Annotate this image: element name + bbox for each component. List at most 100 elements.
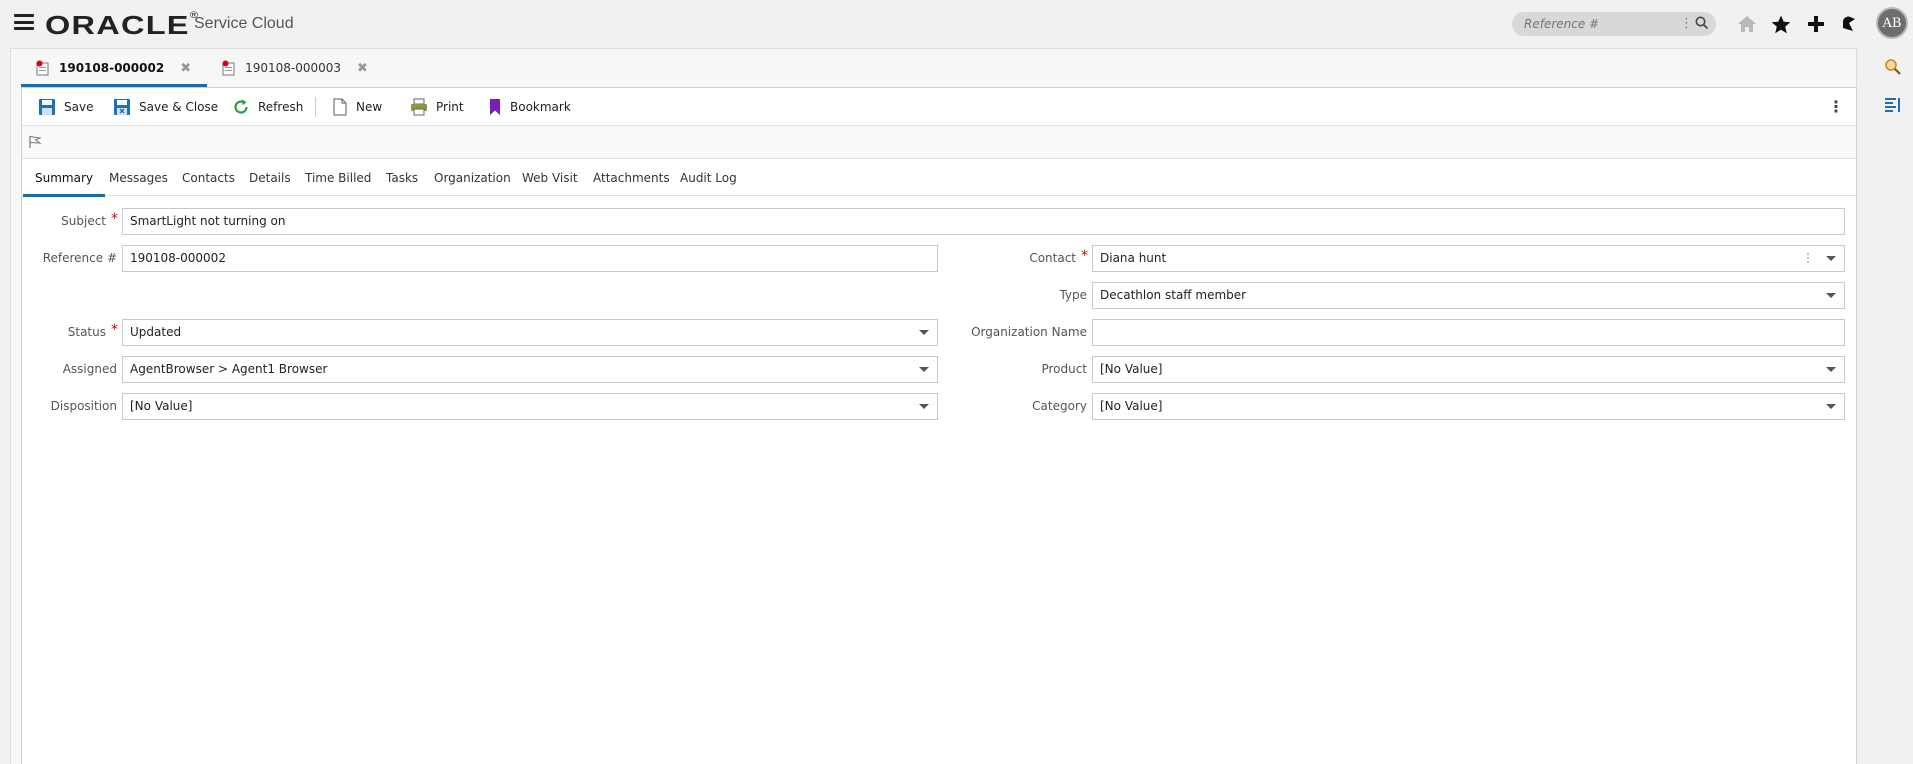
close-icon[interactable]: ✖	[357, 61, 368, 76]
search-icon[interactable]	[1694, 15, 1710, 31]
hamburger-menu-icon[interactable]	[14, 14, 34, 30]
avatar[interactable]: AB	[1876, 7, 1908, 39]
chevron-down-icon[interactable]	[919, 367, 929, 372]
reference-field[interactable]	[122, 245, 938, 272]
product-name: Service Cloud	[194, 15, 294, 32]
organization-name-input[interactable]	[1100, 320, 1837, 344]
toolbar: Save Save & Close Refresh New Print Book…	[22, 88, 1856, 126]
chevron-down-icon[interactable]	[1826, 367, 1836, 372]
subject-field[interactable]	[122, 208, 1845, 235]
incident-icon	[36, 60, 49, 76]
more-options-icon[interactable]: ⋮	[1828, 97, 1844, 116]
refresh-label: Refresh	[258, 100, 304, 114]
incident-icon	[222, 60, 235, 76]
tab-organization[interactable]: Organization	[434, 159, 511, 196]
flag-bar	[22, 126, 1856, 159]
reference-search-input[interactable]	[1524, 15, 1674, 33]
reference-input[interactable]	[130, 246, 930, 270]
star-icon[interactable]	[1770, 12, 1792, 36]
chevron-down-icon[interactable]	[1826, 293, 1836, 298]
product-select[interactable]: [No Value]	[1092, 356, 1845, 383]
reference-search[interactable]: ⋮	[1512, 12, 1716, 36]
close-icon[interactable]: ✖	[180, 61, 191, 76]
print-label: Print	[436, 100, 464, 114]
type-value: Decathlon staff member	[1100, 288, 1247, 302]
assigned-value: AgentBrowser > Agent1 Browser	[130, 362, 328, 376]
doc-tab-label: 190108-000002	[59, 61, 165, 75]
status-label: Status	[67, 325, 106, 339]
incident-workspace: Save Save & Close Refresh New Print Book…	[21, 87, 1857, 764]
required-marker: *	[111, 211, 118, 227]
save-label: Save	[64, 100, 94, 114]
organization-name-field[interactable]	[1092, 319, 1845, 346]
flag-icon[interactable]	[28, 135, 42, 149]
category-value: [No Value]	[1100, 399, 1163, 413]
home-icon[interactable]	[1736, 12, 1758, 36]
document-tabs: 190108-000002 ✖ 190108-000003 ✖	[21, 49, 384, 87]
assigned-label: Assigned	[62, 362, 117, 376]
tab-web-visit[interactable]: Web Visit	[522, 159, 578, 196]
disposition-label: Disposition	[50, 399, 117, 413]
type-label: Type	[1059, 288, 1087, 302]
subject-label: Subject	[61, 214, 106, 228]
status-select[interactable]: Updated	[122, 319, 938, 346]
type-select[interactable]: Decathlon staff member	[1092, 282, 1845, 309]
contact-field[interactable]: Diana hunt ⋮	[1092, 245, 1845, 272]
contact-value: Diana hunt	[1100, 251, 1167, 265]
organization-name-label: Organization Name	[971, 325, 1087, 339]
subject-input[interactable]	[130, 209, 1837, 233]
tab-attachments[interactable]: Attachments	[593, 159, 670, 196]
status-value: Updated	[130, 325, 182, 339]
notification-icon[interactable]	[1838, 12, 1860, 36]
right-rail	[1872, 48, 1913, 764]
doc-tab-incident-2[interactable]: 190108-000003 ✖	[207, 49, 384, 87]
print-icon	[411, 98, 427, 116]
reference-label: Reference #	[42, 251, 117, 265]
new-label: New	[356, 100, 383, 114]
bookmark-label: Bookmark	[510, 100, 571, 114]
plus-icon[interactable]	[1805, 12, 1827, 36]
save-close-button[interactable]: Save & Close	[113, 96, 218, 118]
tab-details[interactable]: Details	[249, 159, 291, 196]
required-marker: *	[1081, 248, 1088, 264]
chevron-down-icon[interactable]	[1826, 404, 1836, 409]
bookmark-icon	[490, 99, 500, 115]
new-document-icon	[333, 98, 347, 116]
print-button[interactable]: Print	[410, 96, 464, 118]
tab-time-billed[interactable]: Time Billed	[305, 159, 371, 196]
contact-label: Contact	[1029, 251, 1076, 265]
disposition-value: [No Value]	[130, 399, 193, 413]
product-label: Product	[1041, 362, 1087, 376]
bookmark-button[interactable]: Bookmark	[488, 96, 571, 118]
doc-tab-label: 190108-000003	[245, 61, 342, 75]
tab-messages[interactable]: Messages	[109, 159, 168, 196]
main-panel: 190108-000002 ✖ 190108-000003 ✖ Save Sav…	[10, 48, 1857, 764]
disposition-select[interactable]: [No Value]	[122, 393, 938, 420]
save-icon	[39, 99, 55, 115]
top-bar: ORACLE® Service Cloud ⋮ AB	[0, 0, 1913, 48]
chevron-down-icon[interactable]	[1826, 256, 1836, 261]
record-tabs: Summary Messages Contacts Details Time B…	[22, 159, 1856, 197]
required-marker: *	[111, 322, 118, 338]
tab-audit-log[interactable]: Audit Log	[680, 159, 737, 196]
contact-options-icon[interactable]: ⋮	[1802, 246, 1814, 271]
tab-tasks[interactable]: Tasks	[386, 159, 418, 196]
toolbar-divider	[315, 97, 316, 117]
save-button[interactable]: Save	[38, 96, 93, 118]
product-value: [No Value]	[1100, 362, 1163, 376]
tab-contacts[interactable]: Contacts	[182, 159, 235, 196]
search-panel-icon[interactable]	[1884, 58, 1902, 76]
reports-icon[interactable]	[1884, 96, 1902, 114]
refresh-button[interactable]: Refresh	[232, 96, 303, 118]
save-close-label: Save & Close	[139, 100, 219, 114]
refresh-icon	[234, 99, 248, 114]
new-button[interactable]: New	[332, 96, 382, 118]
assigned-select[interactable]: AgentBrowser > Agent1 Browser	[122, 356, 938, 383]
category-select[interactable]: [No Value]	[1092, 393, 1845, 420]
category-label: Category	[1032, 399, 1087, 413]
tab-summary[interactable]: Summary	[23, 159, 105, 197]
oracle-logo: ORACLE®	[45, 10, 200, 40]
chevron-down-icon[interactable]	[919, 404, 929, 409]
search-options-icon[interactable]: ⋮	[1680, 16, 1693, 31]
doc-tab-incident-1[interactable]: 190108-000002 ✖	[21, 49, 208, 87]
